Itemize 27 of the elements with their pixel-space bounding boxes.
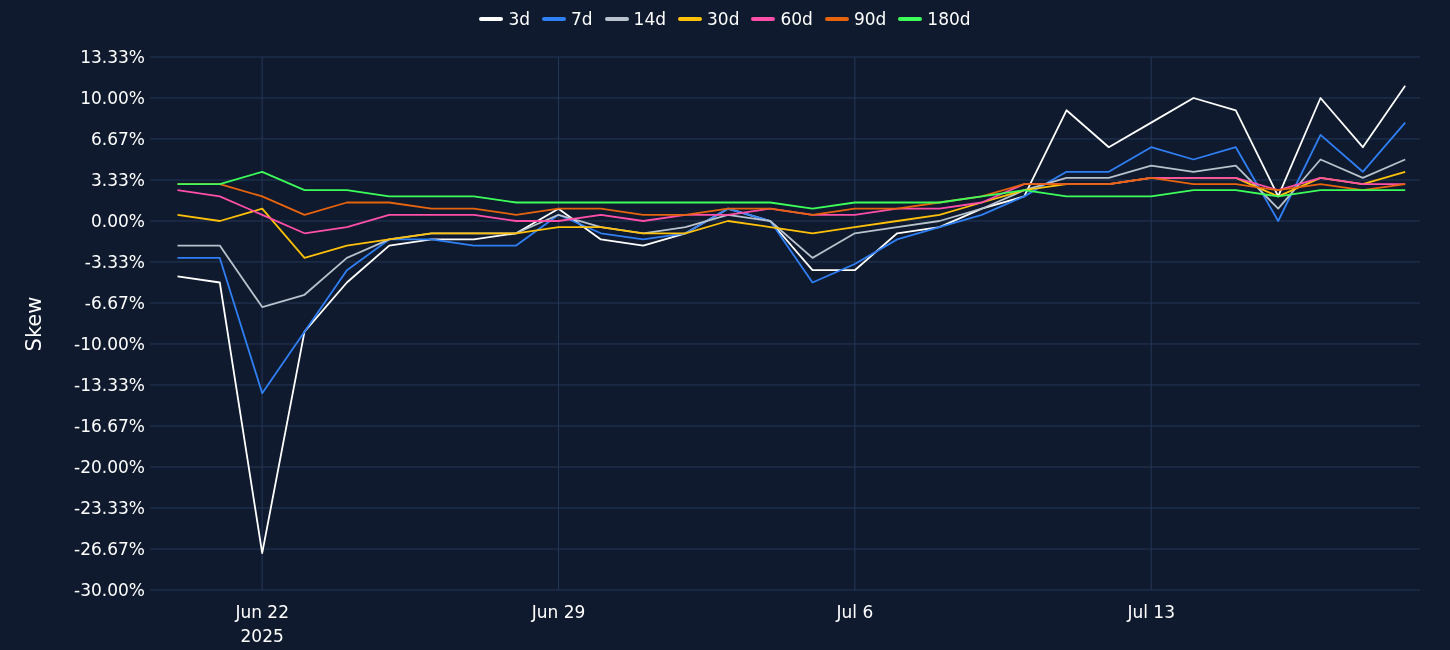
y-tick-label: 0.00% bbox=[91, 210, 145, 231]
y-tick-label: -3.33% bbox=[84, 251, 145, 272]
y-tick-label: -30.00% bbox=[74, 580, 145, 600]
y-tick-label: 10.00% bbox=[80, 87, 145, 108]
y-tick-label: 6.67% bbox=[91, 128, 145, 149]
y-tick-label: 13.33% bbox=[80, 47, 145, 67]
x-tick-label: Jul 6 bbox=[836, 602, 874, 622]
legend-label[interactable]: 90d bbox=[853, 9, 887, 29]
y-axis-label: Skew bbox=[22, 296, 46, 352]
y-tick-label: -6.67% bbox=[84, 293, 145, 313]
legend-label[interactable]: 7d bbox=[571, 9, 593, 29]
legend-label[interactable]: 60d bbox=[780, 9, 813, 29]
y-tick-label: -10.00% bbox=[74, 334, 145, 354]
y-tick-label: -13.33% bbox=[74, 374, 145, 395]
y-tick-label: -20.00% bbox=[74, 457, 145, 477]
legend-label[interactable]: 3d bbox=[508, 9, 530, 29]
year-label: 2025 bbox=[240, 626, 284, 646]
y-tick-label: -26.67% bbox=[74, 539, 145, 560]
legend-label[interactable]: 14d bbox=[633, 9, 667, 29]
y-tick-label: 3.33% bbox=[91, 170, 145, 190]
legend-label[interactable]: 30d bbox=[707, 9, 740, 29]
x-tick-label: Jun 29 bbox=[531, 602, 586, 622]
x-tick-label: Jun 22 bbox=[235, 602, 289, 622]
x-tick-label: Jul 13 bbox=[1127, 602, 1175, 622]
y-tick-label: -16.67% bbox=[74, 416, 145, 437]
y-tick-label: -23.33% bbox=[74, 497, 145, 518]
legend-label[interactable]: 180d bbox=[927, 9, 971, 29]
